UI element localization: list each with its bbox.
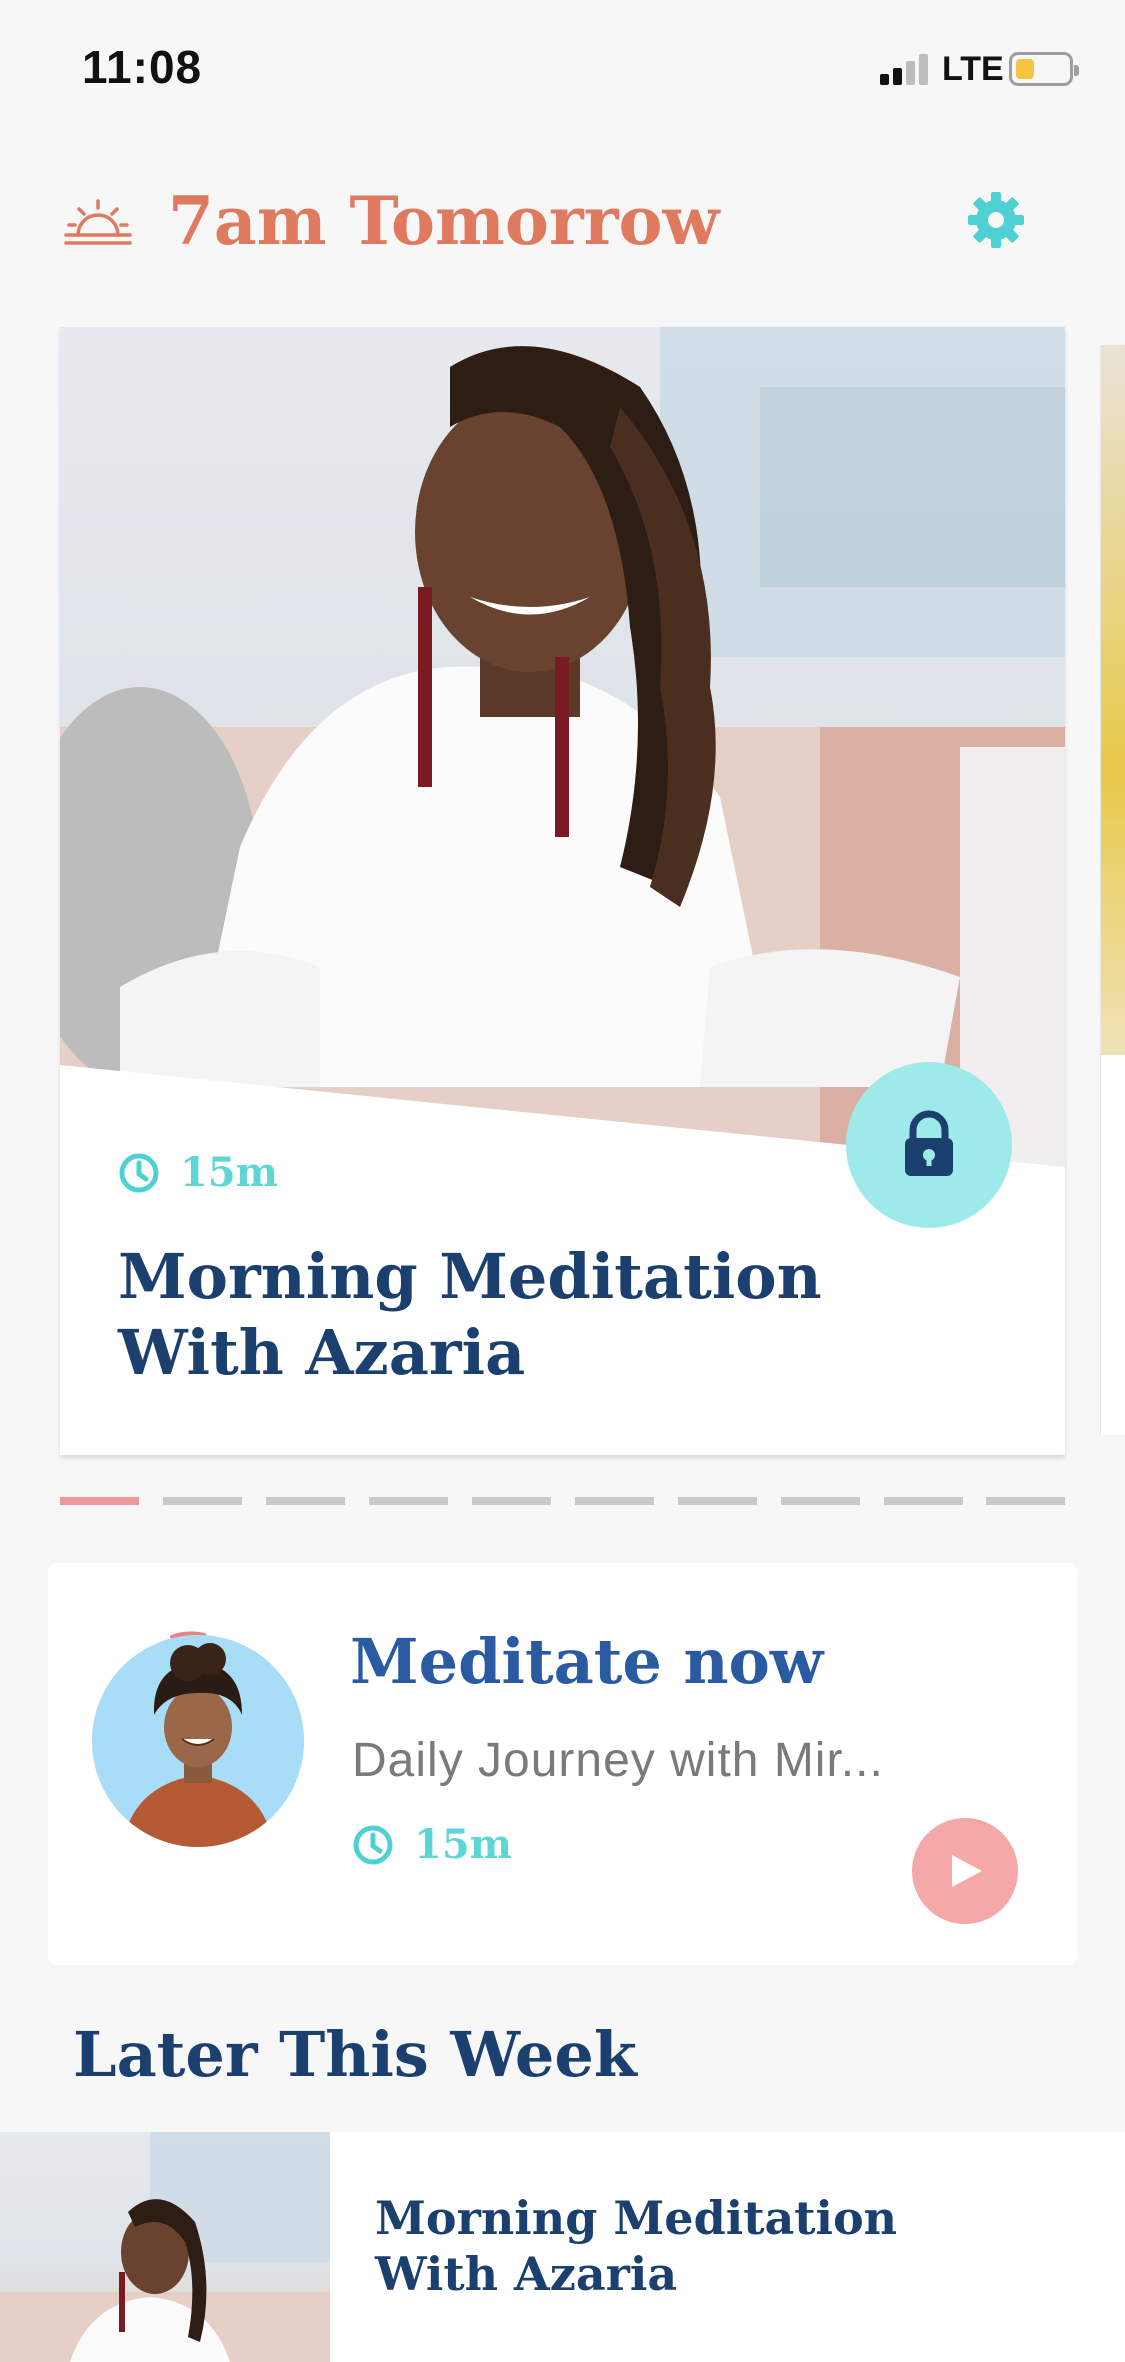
clock-icon	[353, 1825, 393, 1864]
pager-dash[interactable]	[678, 1497, 757, 1505]
network-label: LTE	[942, 50, 1004, 88]
duration-label: 15m	[180, 1149, 278, 1196]
instructor-photo	[60, 327, 1065, 1167]
play-button[interactable]	[912, 1818, 1018, 1924]
lock-button[interactable]	[846, 1062, 1012, 1228]
pager-dash[interactable]	[884, 1497, 963, 1505]
meditate-now-card[interactable]: Meditate now Daily Journey with Mir... 1…	[48, 1563, 1077, 1965]
meditate-now-title[interactable]: Meditate now	[350, 1625, 823, 1698]
meditate-now-subtitle: Daily Journey with Mir...	[352, 1734, 884, 1787]
avatar	[92, 1635, 304, 1847]
featured-meditation-card[interactable]: 15m Morning Meditation With Azaria	[60, 327, 1065, 1455]
status-bar: 11:08 LTE	[0, 0, 1125, 130]
featured-duration: 15m	[118, 1149, 278, 1196]
pager-dash[interactable]	[266, 1497, 345, 1505]
alarm-time-title[interactable]: 7am Tomorrow	[168, 182, 719, 260]
list-item-title[interactable]: Morning Meditation With Azaria	[375, 2190, 975, 2302]
pager-dash[interactable]	[60, 1497, 139, 1505]
pager-dash[interactable]	[575, 1497, 654, 1505]
instructor-thumbnail	[0, 2132, 330, 2362]
pager-dash[interactable]	[781, 1497, 860, 1505]
battery-icon	[1009, 52, 1079, 86]
list-item-title-line1: Morning Meditation	[375, 2191, 898, 2245]
sunrise-icon	[64, 199, 132, 245]
carousel-pager[interactable]	[60, 1497, 1065, 1505]
list-item-title-line2: With Azaria	[375, 2247, 678, 2301]
status-time: 11:08	[82, 41, 203, 93]
play-icon	[952, 1855, 982, 1887]
featured-title-line2: With Azaria	[118, 1316, 526, 1389]
signal-icon	[880, 53, 932, 85]
pager-dash[interactable]	[369, 1497, 448, 1505]
clock-icon	[119, 1153, 159, 1192]
duration-label: 15m	[414, 1821, 512, 1868]
featured-title-line1: Morning Meditation	[118, 1240, 822, 1313]
header: 7am Tomorrow	[0, 170, 1125, 280]
next-card-peek[interactable]	[1100, 345, 1125, 1435]
section-title-later-this-week: Later This Week	[73, 2018, 637, 2091]
list-item[interactable]: Morning Meditation With Azaria	[0, 2132, 1125, 2362]
pager-dash[interactable]	[986, 1497, 1065, 1505]
pager-dash[interactable]	[472, 1497, 551, 1505]
featured-title[interactable]: Morning Meditation With Azaria	[118, 1239, 898, 1391]
meditate-now-duration: 15m	[352, 1821, 512, 1868]
gear-icon[interactable]	[966, 190, 1026, 250]
lock-icon	[905, 1110, 953, 1176]
pager-dash[interactable]	[163, 1497, 242, 1505]
